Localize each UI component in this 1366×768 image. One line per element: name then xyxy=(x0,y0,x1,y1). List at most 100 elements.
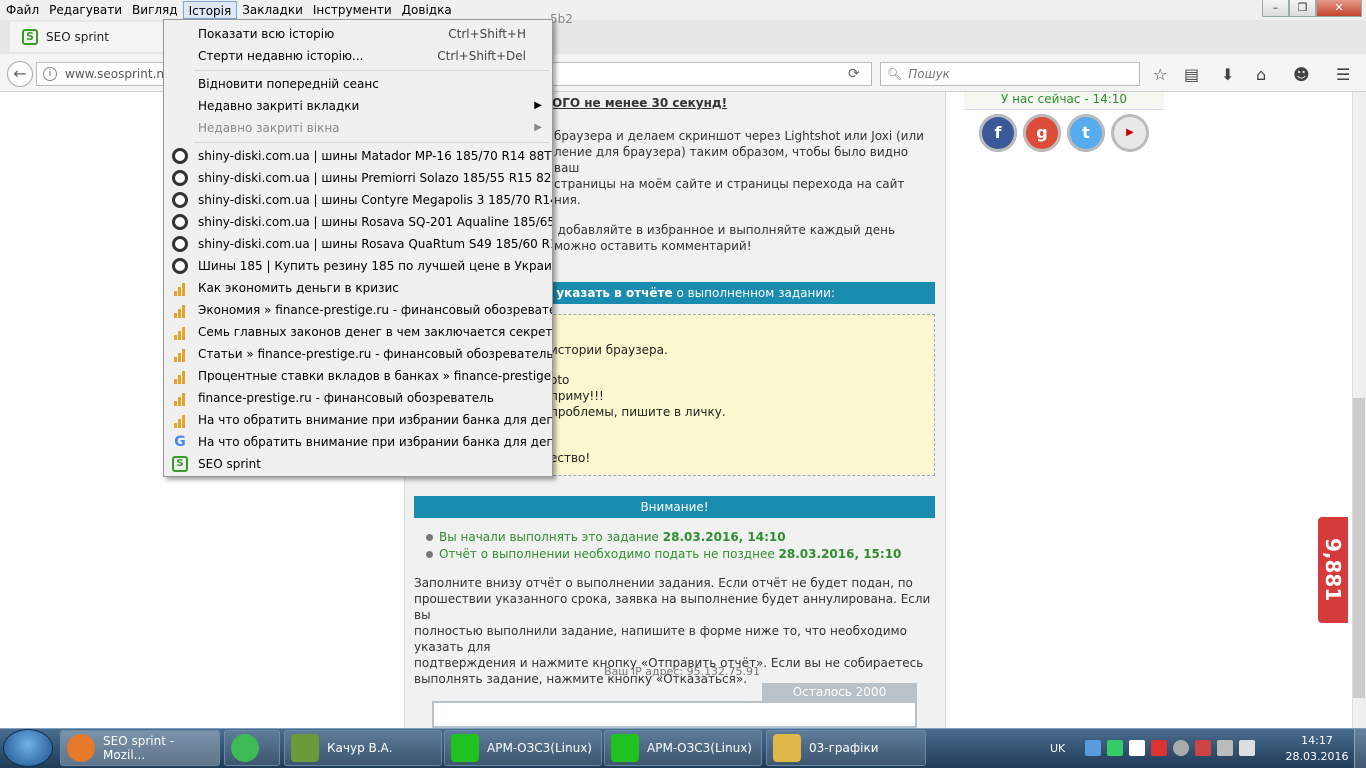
history-entry[interactable]: Статьи » finance-prestige.ru - финансовы… xyxy=(164,343,552,365)
history-entry[interactable]: shiny-diski.com.ua | шины Contyre Megapo… xyxy=(164,189,552,211)
menu-edit[interactable]: Редагувати xyxy=(44,1,127,19)
recently-closed-tabs-item[interactable]: Недавно закриті вкладки ▶ xyxy=(164,95,552,117)
history-entry[interactable]: finance-prestige.ru - финансовый обозрев… xyxy=(164,387,552,409)
google-icon: G xyxy=(174,434,186,450)
download-icon[interactable]: ⬇ xyxy=(1221,65,1234,84)
volume-icon[interactable] xyxy=(1239,740,1256,756)
menu-view[interactable]: Вигляд xyxy=(127,1,183,19)
twitter-icon[interactable]: t xyxy=(1067,114,1105,152)
language-indicator[interactable]: UK xyxy=(1050,742,1065,755)
task-paragraph-2: , добавляйте в избранное и выполняйте ка… xyxy=(550,222,930,254)
action-center-icon[interactable] xyxy=(1195,740,1212,756)
hamburger-menu-icon[interactable]: ☰ xyxy=(1336,65,1350,84)
taskbar-button[interactable]: SEO sprint - Mozil... xyxy=(60,730,220,766)
history-entry[interactable]: Как экономить деньги в кризис xyxy=(164,277,552,299)
menu-bookmarks[interactable]: Закладки xyxy=(237,1,308,19)
shortcut-label: Ctrl+Shift+Del xyxy=(437,49,526,63)
antivirus-icon[interactable] xyxy=(1151,740,1168,756)
back-button[interactable]: ← xyxy=(7,61,33,87)
report-bar-rest: о выполненном задании: xyxy=(672,286,835,300)
instruction-line: Заполните внизу отчёт о выполнении задан… xyxy=(414,576,913,590)
tire-icon xyxy=(172,236,188,252)
paragraph-line: можно оставить комментарий! xyxy=(554,239,752,253)
clear-recent-history-item[interactable]: Стерти недавню історію... Ctrl+Shift+Del xyxy=(164,45,552,67)
search-input[interactable]: 🔍︎ Пошук xyxy=(880,62,1140,86)
start-button[interactable] xyxy=(3,729,53,767)
seo-sprint-logo-icon: S xyxy=(172,456,188,472)
taskbar-button[interactable] xyxy=(224,730,280,766)
history-entry[interactable]: shiny-diski.com.ua | шины Premiorri Sola… xyxy=(164,167,552,189)
tire-icon xyxy=(172,192,188,208)
history-entry-label: shiny-diski.com.ua | шины Matador MP-16 … xyxy=(198,149,552,163)
side-counter-badge[interactable]: 9,881 xyxy=(1316,515,1350,625)
youtube-icon[interactable]: ▶ xyxy=(1111,114,1149,152)
chat-icon[interactable]: ☻ xyxy=(1293,65,1310,84)
requirement-line: приму!!! xyxy=(550,389,604,403)
menu-item-label: Стерти недавню історію... xyxy=(198,49,364,63)
restore-session-item[interactable]: Відновити попередній сеанс xyxy=(164,73,552,95)
history-entry[interactable]: Экономия » finance-prestige.ru - финансо… xyxy=(164,299,552,321)
taskbar-button[interactable]: АРМ-ОЗС3(Linux) xyxy=(444,730,602,766)
security-icon[interactable] xyxy=(1107,740,1124,756)
taskbar-button-label: SEO sprint - Mozil... xyxy=(103,734,175,762)
history-entry[interactable]: G На что обратить внимание при избрании б… xyxy=(164,431,552,453)
bars-icon xyxy=(172,412,188,428)
display-icon[interactable] xyxy=(1217,740,1234,756)
taskbar-button-label: 03-графіки xyxy=(809,741,879,755)
instruction-line: полностью выполнили задание, напишите в … xyxy=(414,624,907,654)
taskbar-button[interactable]: Качур В.А. xyxy=(284,730,442,766)
menu-item-label: Недавно закриті вікна xyxy=(198,121,340,135)
minimize-button[interactable]: – xyxy=(1262,0,1289,17)
deadline-date: 28.03.2016, 15:10 xyxy=(778,547,902,561)
report-textarea[interactable] xyxy=(432,701,917,728)
network-icon[interactable] xyxy=(1085,740,1102,756)
ip-address: Ваш IP адрес: 95.132.75.91 xyxy=(604,665,761,678)
taskbar-button-label: Качур В.А. xyxy=(327,741,393,755)
submenu-arrow-icon: ▶ xyxy=(534,100,542,111)
history-entry-label: Статьи » finance-prestige.ru - финансовы… xyxy=(198,347,552,361)
history-entry[interactable]: Семь главных законов денег в чем заключа… xyxy=(164,321,552,343)
history-entry[interactable]: shiny-diski.com.ua | шины Matador MP-16 … xyxy=(164,145,552,167)
facebook-icon[interactable]: f xyxy=(979,114,1017,152)
reload-icon[interactable]: ⟳ xyxy=(848,66,860,82)
history-entry[interactable]: Шины 185 | Купить резину 185 по лучшей ц… xyxy=(164,255,552,277)
clock[interactable]: 14:17 28.03.2016 xyxy=(1282,733,1352,765)
tab-title: SEO sprint xyxy=(46,30,109,44)
google-plus-icon[interactable]: g xyxy=(1023,114,1061,152)
bars-icon xyxy=(172,346,188,362)
close-button[interactable]: ✕ xyxy=(1316,0,1362,17)
history-entry[interactable]: На что обратить внимание при избрании ба… xyxy=(164,409,552,431)
history-entry[interactable]: shiny-diski.com.ua | шины Rosava SQ-201 … xyxy=(164,211,552,233)
history-entry[interactable]: Процентные ставки вкладов в банках » fin… xyxy=(164,365,552,387)
update-icon[interactable] xyxy=(1173,740,1190,756)
info-icon[interactable]: i xyxy=(43,67,57,81)
task-started-line: Вы начали выполнять это задание 28.03.20… xyxy=(426,530,786,544)
monitor-icon xyxy=(451,734,479,762)
menu-file[interactable]: Файл xyxy=(1,1,44,19)
monitor-icon xyxy=(611,734,639,762)
history-entry[interactable]: shiny-diski.com.ua | шины Rosava QuaRtum… xyxy=(164,233,552,255)
instruction-line: прошествии указанного срока, заявка на в… xyxy=(414,592,931,622)
tab-seo-sprint[interactable]: S SEO sprint xyxy=(10,22,170,52)
deadline-text: Отчёт о выполнении необходимо подать не … xyxy=(439,547,775,561)
bookmark-star-icon[interactable]: ☆ xyxy=(1153,65,1167,84)
tray-app-icon[interactable] xyxy=(1129,740,1146,756)
taskbar-button[interactable]: 03-графіки xyxy=(766,730,926,766)
home-icon[interactable]: ⌂ xyxy=(1256,65,1266,84)
scrollbar-thumb[interactable] xyxy=(1353,398,1365,698)
reading-list-icon[interactable]: ▤ xyxy=(1184,65,1199,84)
menu-history[interactable]: Історія xyxy=(182,1,238,19)
history-entry-label: Как экономить деньги в кризис xyxy=(198,281,399,295)
menu-bar: Файл Редагувати Вигляд Історія Закладки … xyxy=(0,0,1366,20)
menu-separator xyxy=(194,70,549,71)
show-all-history-item[interactable]: Показати всю історію Ctrl+Shift+H xyxy=(164,23,552,45)
maximize-button[interactable]: ❐ xyxy=(1289,0,1316,17)
submenu-arrow-icon: ▶ xyxy=(534,122,542,133)
taskbar-button[interactable]: АРМ-ОЗС3(Linux) xyxy=(604,730,762,766)
history-entry[interactable]: S SEO sprint xyxy=(164,453,552,475)
menu-help[interactable]: Довідка xyxy=(397,1,457,19)
menu-tools[interactable]: Інструменти xyxy=(308,1,397,19)
history-menu: Показати всю історію Ctrl+Shift+H Стерти … xyxy=(163,19,553,477)
show-desktop-button[interactable] xyxy=(1354,729,1366,768)
tire-icon xyxy=(172,148,188,164)
